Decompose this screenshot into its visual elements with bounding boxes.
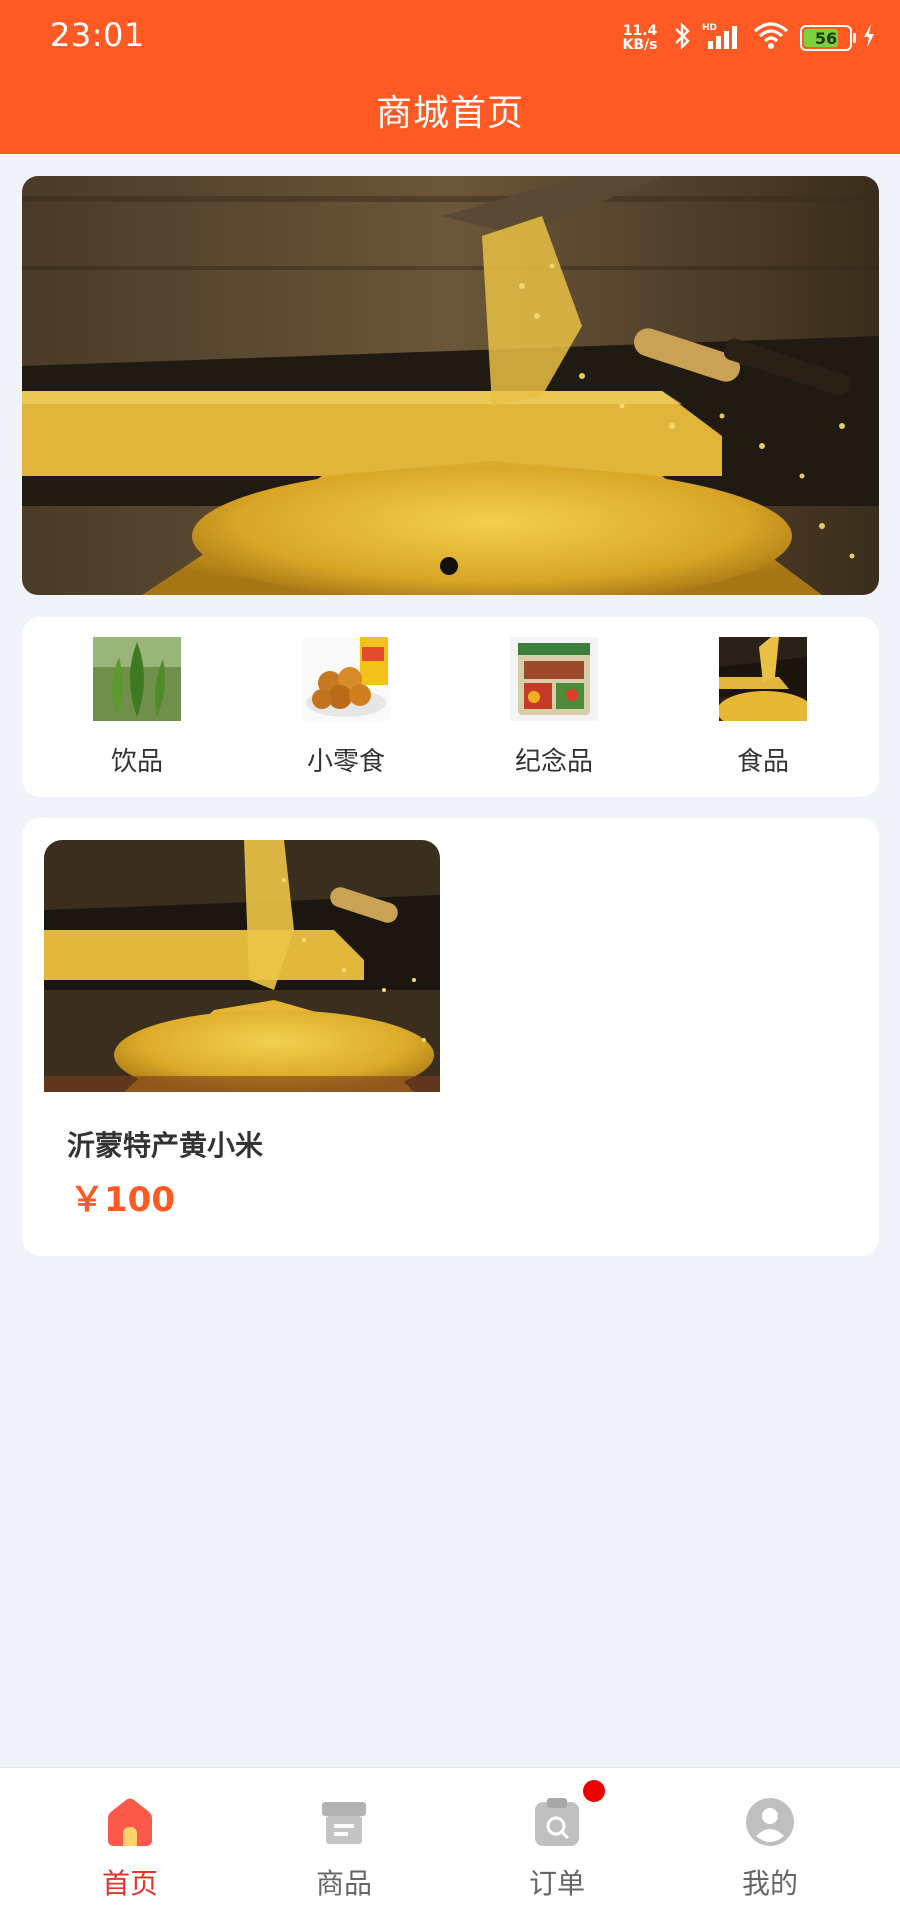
category-label: 小零食 <box>306 747 385 777</box>
tea-leaf-image <box>93 637 181 721</box>
category-label: 纪念品 <box>514 747 593 777</box>
category-drinks[interactable]: 饮品 <box>37 637 237 778</box>
order-icon <box>531 1780 605 1848</box>
category-food[interactable]: 食品 <box>663 637 863 778</box>
category-panel: 饮品 小零食 纪念品 食品 <box>22 617 879 797</box>
tab-profile[interactable]: 我的 <box>680 1796 860 1902</box>
category-label: 食品 <box>736 747 789 777</box>
goods-icon <box>318 1796 370 1848</box>
tab-label: 我的 <box>741 1867 798 1900</box>
tab-label: 订单 <box>528 1867 585 1900</box>
battery-level: 56 <box>814 28 838 48</box>
home-icon <box>104 1796 156 1848</box>
bluetooth-icon <box>672 21 692 55</box>
millet-product-image <box>44 840 440 1092</box>
category-souvenirs[interactable]: 纪念品 <box>454 637 654 778</box>
profile-icon <box>744 1796 796 1848</box>
category-label: 饮品 <box>110 747 163 777</box>
net-speed: 11.4 KB/s <box>618 24 662 52</box>
snack-image <box>302 637 390 721</box>
tab-home[interactable]: 首页 <box>40 1796 220 1902</box>
bottom-tab-bar: 首页 商品 订单 我的 <box>0 1767 900 1921</box>
tab-goods[interactable]: 商品 <box>254 1796 434 1902</box>
order-notification-badge <box>583 1780 605 1802</box>
wifi-icon <box>752 21 790 55</box>
battery-icon: 56 <box>800 25 856 51</box>
svg-text:HD: HD <box>702 23 717 33</box>
carousel-indicator-dot[interactable] <box>440 557 458 575</box>
souvenir-image <box>510 637 598 721</box>
net-speed-value: 11.4 <box>622 23 658 39</box>
banner-carousel[interactable] <box>22 176 879 595</box>
signal-icon: HD <box>702 21 742 55</box>
millet-banner-image <box>22 176 879 595</box>
tab-label: 首页 <box>101 1867 158 1900</box>
tab-label: 商品 <box>315 1867 372 1900</box>
product-price: ￥100 <box>70 1180 175 1220</box>
millet-image <box>719 637 807 721</box>
charging-icon <box>862 23 876 53</box>
status-time: 23:01 <box>50 16 145 54</box>
app-header: 23:01 11.4 KB/s HD 56 商城首页 <box>0 0 900 154</box>
status-icons: 11.4 KB/s HD 56 <box>618 18 876 58</box>
page-title: 商城首页 <box>375 93 524 134</box>
net-speed-unit: KB/s <box>622 37 658 53</box>
product-card[interactable]: 沂蒙特产黄小米 ￥100 <box>22 818 879 1256</box>
tab-orders[interactable]: 订单 <box>467 1780 647 1902</box>
category-snacks[interactable]: 小零食 <box>246 637 446 778</box>
status-bar: 23:01 11.4 KB/s HD 56 <box>0 0 900 74</box>
product-name: 沂蒙特产黄小米 <box>67 1129 264 1162</box>
